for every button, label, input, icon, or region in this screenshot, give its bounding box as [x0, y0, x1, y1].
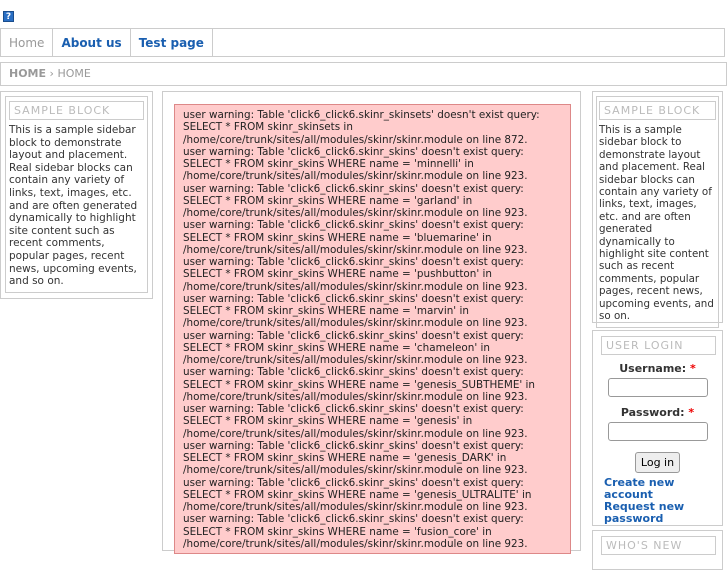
sample-block-right: SAMPLE BLOCK This is a sample sidebar bl…	[596, 96, 719, 328]
block-text: This is a sample sidebar block to demons…	[9, 124, 138, 288]
block-title: SAMPLE BLOCK	[599, 101, 716, 120]
nav-test-link[interactable]: Test page	[131, 29, 213, 56]
login-button[interactable]: Log in	[634, 452, 681, 473]
whos-new-block: WHO'S NEW	[592, 530, 723, 570]
primary-nav: Home About us Test page	[0, 28, 725, 57]
nav-home-link[interactable]: Home	[1, 29, 54, 56]
create-account-link[interactable]: Create new account	[604, 477, 690, 501]
warning-message: user warning: Table 'click6_click6.skinr…	[183, 403, 528, 440]
whos-new-title: WHO'S NEW	[601, 536, 716, 555]
warning-message: user warning: Table 'click6_click6.skinr…	[183, 366, 536, 403]
warning-message: user warning: Table 'click6_click6.skinr…	[183, 256, 528, 293]
left-sidebar: SAMPLE BLOCK This is a sample sidebar bl…	[0, 91, 153, 299]
username-label: Username: *	[593, 362, 722, 375]
breadcrumb: HOME › HOME	[0, 62, 727, 86]
breadcrumb-separator: ›	[49, 67, 54, 80]
nav-about-link[interactable]: About us	[53, 29, 131, 56]
breadcrumb-home[interactable]: HOME	[9, 67, 46, 80]
site-logo[interactable]: ?	[3, 11, 14, 22]
password-input[interactable]	[607, 422, 708, 441]
block-title: SAMPLE BLOCK	[9, 101, 144, 120]
breadcrumb-current: HOME	[57, 67, 91, 80]
sample-block-left: SAMPLE BLOCK This is a sample sidebar bl…	[5, 96, 148, 293]
right-sidebar-sample: SAMPLE BLOCK This is a sample sidebar bl…	[592, 91, 723, 328]
required-marker: *	[690, 362, 696, 375]
warning-message: user warning: Table 'click6_click6.skinr…	[183, 145, 528, 183]
request-password-link[interactable]: Request new password	[604, 501, 690, 525]
username-input[interactable]	[607, 378, 708, 397]
warning-message: user warning: Table 'click6_click6.skinr…	[183, 329, 528, 367]
block-text: This is a sample sidebar block to demons…	[599, 124, 714, 323]
error-messages: user warning: Table 'click6_click6.skinr…	[174, 104, 571, 554]
login-title: USER LOGIN	[601, 336, 716, 355]
warning-message: user warning: Table 'click6_click6.skinr…	[183, 476, 532, 514]
main-content: user warning: Table 'click6_click6.skinr…	[162, 91, 581, 554]
password-label: Password: *	[593, 406, 722, 419]
warning-message: user warning: Table 'click6_click6.skinr…	[183, 513, 528, 550]
username-label-text: Username:	[619, 362, 687, 375]
warning-message: user warning: Table 'click6_click6.skinr…	[183, 219, 528, 256]
password-label-text: Password:	[620, 406, 685, 419]
warning-message: user warning: Table 'click6_click6.skinr…	[183, 439, 528, 477]
required-marker: *	[688, 406, 695, 419]
warning-message: user warning: Table 'click6_click6.skinr…	[183, 292, 528, 330]
user-login-block: USER LOGIN Username: * Password: * Log i…	[592, 330, 723, 526]
warning-message: user warning: Table 'click6_click6.skinr…	[183, 109, 540, 146]
warning-message: user warning: Table 'click6_click6.skinr…	[183, 182, 528, 220]
